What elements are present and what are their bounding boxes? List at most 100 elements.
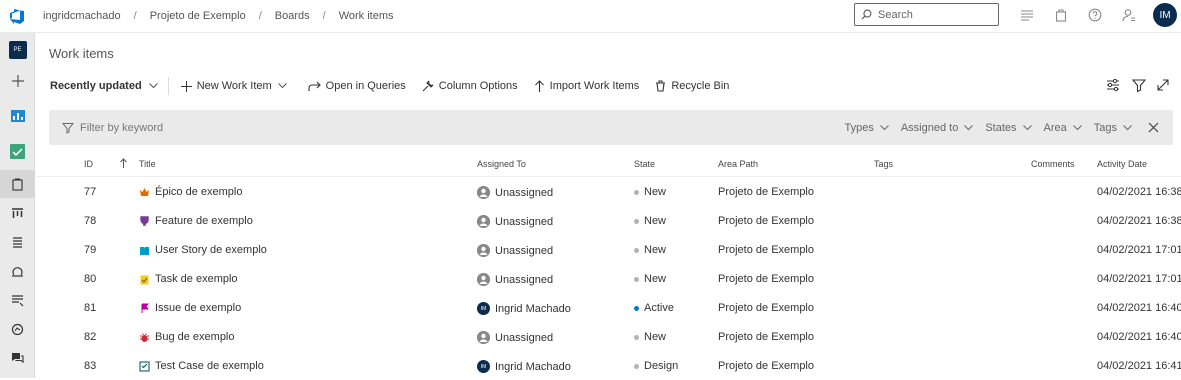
state-dot bbox=[634, 334, 639, 340]
cell-title[interactable]: Bug de exemplo bbox=[139, 331, 235, 343]
breadcrumb-work-items[interactable]: Work items bbox=[339, 10, 394, 22]
chevron-down-icon bbox=[964, 124, 974, 130]
close-filter-icon[interactable] bbox=[1148, 122, 1159, 133]
new-work-item-label: New Work Item bbox=[196, 80, 272, 92]
search-input[interactable]: Search bbox=[854, 3, 999, 26]
filter-states[interactable]: States bbox=[985, 121, 1032, 134]
nav-work-items[interactable] bbox=[0, 170, 35, 198]
table-row[interactable]: 81 Issue de exemplo IM Ingrid Machado Ac… bbox=[36, 293, 1181, 322]
cell-title[interactable]: Épico de exemplo bbox=[139, 186, 242, 198]
cell-title[interactable]: Issue de exemplo bbox=[139, 302, 241, 314]
breadcrumb-organization[interactable]: ingridcmachado bbox=[43, 10, 121, 22]
nav-overview[interactable] bbox=[0, 102, 35, 130]
search-icon bbox=[861, 9, 872, 20]
cell-state: New bbox=[634, 244, 666, 256]
fullscreen-icon[interactable] bbox=[1155, 77, 1171, 93]
nav-delivery-plans[interactable] bbox=[0, 315, 35, 343]
breadcrumb-project[interactable]: Projeto de Exemplo bbox=[150, 10, 246, 22]
project-avatar[interactable]: PE bbox=[0, 36, 35, 64]
import-work-items-label: Import Work Items bbox=[549, 80, 640, 92]
help-icon[interactable] bbox=[1088, 8, 1102, 22]
cell-assigned-to: IM Ingrid Machado bbox=[477, 360, 571, 373]
open-in-queries-button[interactable]: Open in Queries bbox=[308, 80, 406, 92]
filter-area[interactable]: Area bbox=[1044, 122, 1082, 134]
column-header-area-path[interactable]: Area Path bbox=[718, 159, 758, 169]
table-row[interactable]: 77 Épico de exemplo Unassigned New Proje… bbox=[36, 177, 1181, 206]
nav-sprints[interactable] bbox=[0, 257, 35, 285]
column-options-label: Column Options bbox=[438, 80, 518, 92]
cell-title[interactable]: Feature de exemplo bbox=[139, 215, 253, 227]
assignee-avatar: IM bbox=[477, 302, 490, 315]
view-options-icon[interactable] bbox=[1105, 77, 1121, 93]
cell-area-path: Projeto de Exemplo bbox=[718, 360, 814, 372]
nav-backlogs[interactable] bbox=[0, 228, 35, 256]
cell-state: New bbox=[634, 331, 666, 343]
chevron-down-icon bbox=[148, 83, 158, 89]
cell-activity-date: 04/02/2021 16:38:1 bbox=[1097, 186, 1181, 198]
filter-icon[interactable] bbox=[1131, 77, 1147, 93]
cell-activity-date: 04/02/2021 17:01:3 bbox=[1097, 244, 1181, 256]
cell-assigned-to: Unassigned bbox=[477, 186, 553, 199]
sort-arrow-up-icon bbox=[120, 158, 127, 168]
state-text: New bbox=[644, 186, 667, 198]
column-header-id[interactable]: ID bbox=[84, 159, 93, 169]
table-row[interactable]: 80 Task de exemplo Unassigned New Projet… bbox=[36, 264, 1181, 293]
overview-icon bbox=[10, 110, 25, 122]
marketplace-bag-icon[interactable] bbox=[1054, 8, 1068, 22]
state-dot bbox=[634, 247, 639, 253]
unassigned-avatar-icon bbox=[477, 331, 490, 344]
table-row[interactable]: 83 Test Case de exemplo IM Ingrid Machad… bbox=[36, 351, 1181, 380]
delivery-plans-icon bbox=[11, 323, 24, 335]
cell-title[interactable]: User Story de exemplo bbox=[139, 244, 267, 256]
column-header-title[interactable]: Title bbox=[139, 159, 156, 169]
nav-boards[interactable] bbox=[0, 137, 35, 165]
import-work-items-button[interactable]: Import Work Items bbox=[534, 80, 640, 92]
cell-activity-date: 04/02/2021 16:40:5 bbox=[1097, 331, 1181, 343]
sort-dropdown[interactable]: Recently updated bbox=[50, 80, 158, 92]
nav-add-button[interactable] bbox=[0, 67, 35, 95]
column-header-activity-date[interactable]: Activity Date bbox=[1097, 159, 1147, 169]
issue-icon bbox=[139, 303, 155, 314]
cell-title[interactable]: Task de exemplo bbox=[139, 273, 238, 285]
chevron-down-icon bbox=[277, 83, 287, 89]
filter-tags[interactable]: Tags bbox=[1094, 122, 1132, 134]
column-header-assigned-to[interactable]: Assigned To bbox=[477, 159, 526, 169]
filter-types[interactable]: Types bbox=[844, 122, 889, 134]
recycle-bin-button[interactable]: Recycle Bin bbox=[655, 80, 729, 92]
cell-assigned-to: Unassigned bbox=[477, 273, 553, 286]
nav-boards-kanban[interactable] bbox=[0, 199, 35, 227]
filter-assigned-to[interactable]: Assigned to bbox=[901, 122, 974, 134]
user-avatar[interactable]: IM bbox=[1153, 3, 1177, 27]
list-settings-icon[interactable] bbox=[1020, 8, 1034, 22]
cell-id: 82 bbox=[84, 331, 97, 343]
column-options-button[interactable]: Column Options bbox=[422, 80, 518, 92]
user-initials: IM bbox=[1159, 9, 1171, 21]
column-header-comments[interactable]: Comments bbox=[1031, 159, 1075, 169]
column-header-state[interactable]: State bbox=[634, 159, 655, 169]
work-items-icon bbox=[12, 177, 23, 191]
breadcrumb: ingridcmachado / Projeto de Exemplo / Bo… bbox=[43, 10, 394, 22]
keyword-filter-input[interactable]: Filter by keyword bbox=[62, 122, 163, 134]
table-row[interactable]: 79 User Story de exemplo Unassigned New … bbox=[36, 235, 1181, 264]
cell-assigned-to: IM Ingrid Machado bbox=[477, 302, 571, 315]
table-row[interactable]: 82 Bug de exemplo Unassigned New Projeto… bbox=[36, 322, 1181, 351]
column-header-tags[interactable]: Tags bbox=[874, 159, 893, 169]
nav-queries[interactable] bbox=[0, 286, 35, 314]
assignee-name: Unassigned bbox=[495, 273, 554, 286]
search-placeholder: Search bbox=[878, 8, 913, 21]
cell-activity-date: 04/02/2021 16:38:4 bbox=[1097, 215, 1181, 227]
state-dot bbox=[634, 276, 639, 282]
table-row[interactable]: 78 Feature de exemplo Unassigned New Pro… bbox=[36, 206, 1181, 235]
keyword-filter-placeholder: Filter by keyword bbox=[80, 121, 164, 134]
nav-retrospectives[interactable] bbox=[0, 344, 35, 372]
azure-devops-logo-icon[interactable] bbox=[0, 0, 34, 33]
breadcrumb-boards[interactable]: Boards bbox=[275, 10, 310, 22]
unassigned-avatar-icon bbox=[477, 215, 490, 228]
new-work-item-button[interactable]: New Work Item bbox=[180, 80, 292, 92]
cell-title[interactable]: Test Case de exemplo bbox=[139, 360, 264, 372]
assignee-name: Unassigned bbox=[495, 331, 554, 344]
user-settings-icon[interactable] bbox=[1122, 8, 1136, 22]
filter-states-label: States bbox=[985, 121, 1017, 134]
title-text: Bug de exemplo bbox=[155, 331, 235, 343]
chevron-down-icon bbox=[1123, 124, 1132, 130]
